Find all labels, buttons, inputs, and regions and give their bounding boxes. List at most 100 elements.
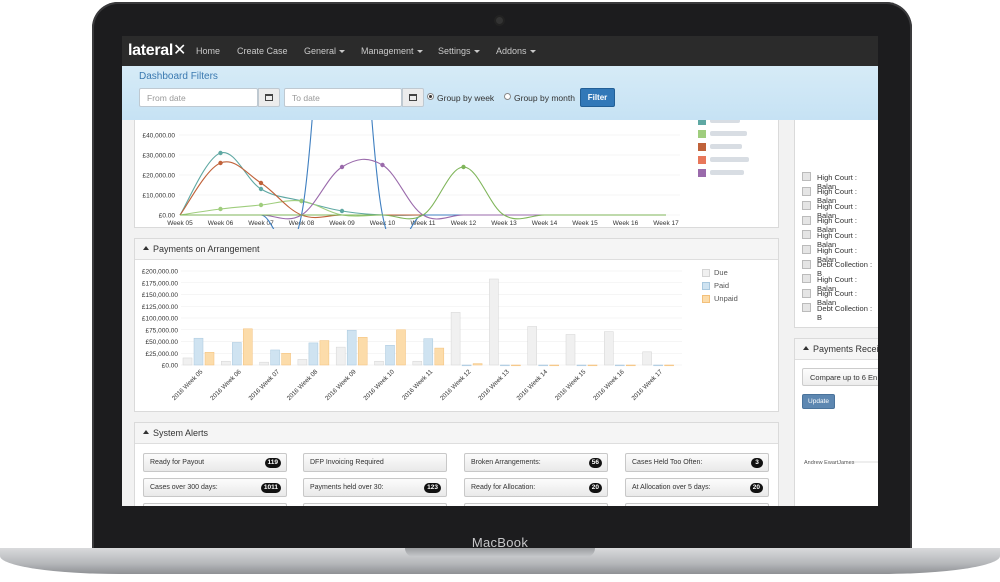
data-point[interactable] — [461, 164, 466, 170]
bar-due[interactable] — [412, 360, 423, 366]
case-type-checkbox[interactable] — [802, 288, 811, 298]
nav-item-settings[interactable]: Settings — [438, 46, 480, 56]
bar-unpaid[interactable] — [626, 364, 636, 367]
alert-button[interactable]: Payments held over 30: 123 — [303, 478, 447, 497]
bar-due[interactable] — [450, 312, 461, 366]
group-by-month-label[interactable]: Group by month — [514, 93, 575, 103]
bar-unpaid[interactable] — [511, 364, 521, 367]
alert-button[interactable]: Cases over 300 days: 1011 — [143, 478, 287, 497]
bar-unpaid[interactable] — [434, 347, 445, 366]
bar-unpaid[interactable] — [664, 364, 674, 367]
bar-paid[interactable] — [500, 364, 510, 367]
nav-item-create-case[interactable]: Create Case — [237, 46, 288, 56]
data-point[interactable] — [299, 198, 304, 204]
panel-header[interactable]: System Alerts — [135, 423, 778, 444]
data-point[interactable] — [258, 202, 264, 208]
bar-paid[interactable] — [346, 329, 357, 366]
bar-unpaid[interactable] — [319, 340, 330, 366]
case-type-checkbox[interactable] — [802, 245, 811, 254]
bar-paid[interactable] — [308, 342, 319, 366]
alert-button[interactable]: Ready for Payout 119 — [143, 453, 287, 472]
bar-paid[interactable] — [461, 364, 472, 367]
bar-paid[interactable] — [385, 345, 395, 366]
nav-item-home[interactable]: Home — [196, 46, 220, 56]
logo[interactable]: lateral✕ — [128, 40, 186, 60]
data-point[interactable] — [218, 206, 223, 212]
bar-due[interactable] — [335, 346, 346, 366]
alert-button[interactable] — [143, 503, 287, 506]
to-date-calendar-button[interactable] — [402, 88, 424, 107]
case-type-checkbox[interactable] — [802, 215, 811, 225]
data-point[interactable] — [339, 208, 345, 214]
bar-paid[interactable] — [538, 364, 548, 367]
from-date-calendar-button[interactable] — [258, 88, 280, 107]
bar-due[interactable] — [297, 359, 308, 366]
bar-due[interactable] — [642, 351, 652, 366]
bar-unpaid[interactable] — [281, 353, 291, 366]
bar-paid[interactable] — [193, 337, 204, 366]
case-type-checkbox[interactable] — [802, 186, 811, 196]
panel-header[interactable]: Payments on Arrangement — [135, 239, 778, 260]
bar-unpaid[interactable] — [587, 364, 598, 367]
bar-unpaid[interactable] — [357, 337, 368, 366]
bar-unpaid[interactable] — [472, 363, 483, 366]
alert-button[interactable]: DFP Invoicing Required — [303, 453, 447, 472]
compare-entities-dropdown[interactable]: Compare up to 6 En — [802, 368, 878, 386]
case-type-checkbox[interactable] — [802, 172, 811, 181]
alert-label: Cases over 300 days: — [150, 484, 218, 491]
data-point[interactable] — [258, 186, 264, 192]
collapse-icon — [143, 430, 149, 434]
case-type-checkbox[interactable] — [802, 303, 811, 313]
data-point[interactable] — [380, 162, 385, 168]
bar-due[interactable] — [182, 357, 193, 366]
case-type-checkbox[interactable] — [802, 201, 811, 211]
bar-unpaid[interactable] — [396, 329, 406, 366]
bar-paid[interactable] — [653, 364, 663, 367]
update-button[interactable]: Update — [802, 394, 835, 409]
alert-button[interactable]: Broken Arrangements: 56 — [464, 453, 608, 472]
case-type-checkbox[interactable] — [802, 259, 811, 269]
nav-item-management[interactable]: Management — [361, 46, 423, 56]
panel-header[interactable]: Payments Receive — [795, 339, 878, 360]
alert-button[interactable]: Ready for Allocation: 20 — [464, 478, 608, 497]
case-type-checkbox[interactable] — [802, 230, 811, 240]
from-date-input[interactable]: From date — [139, 88, 258, 107]
case-type-label: Debt Collection : B — [817, 303, 873, 322]
bar-unpaid[interactable] — [243, 328, 253, 366]
bar-due[interactable] — [221, 360, 231, 366]
nav-item-general[interactable]: General — [304, 46, 346, 56]
data-point[interactable] — [258, 180, 264, 186]
x-tick-label: Week 16 — [613, 220, 639, 227]
bar-paid[interactable] — [270, 349, 280, 366]
filter-button[interactable]: Filter — [580, 88, 615, 107]
alert-button[interactable]: At Allocation over 5 days: 20 — [625, 478, 769, 497]
alert-button[interactable]: Cases Held Too Often: 3 — [625, 453, 769, 472]
y-tick-label: £50,000.00 — [145, 339, 178, 346]
nav-item-addons[interactable]: Addons — [496, 46, 536, 56]
alert-button[interactable] — [464, 503, 608, 506]
group-by-week-radio[interactable] — [427, 93, 434, 100]
bar-paid[interactable] — [423, 338, 434, 366]
data-point[interactable] — [218, 150, 223, 156]
group-by-week-label[interactable]: Group by week — [437, 93, 494, 103]
data-point[interactable] — [218, 160, 223, 166]
bar-unpaid[interactable] — [204, 352, 215, 366]
bar-paid[interactable] — [232, 342, 242, 366]
bar-due[interactable] — [489, 278, 499, 366]
to-date-input[interactable]: To date — [284, 88, 402, 107]
bar-unpaid[interactable] — [549, 364, 559, 367]
nav-item-label: General — [304, 46, 337, 56]
alert-button[interactable] — [303, 503, 447, 506]
data-point[interactable] — [339, 164, 345, 170]
group-by-month-radio[interactable] — [504, 93, 511, 100]
alert-button[interactable] — [625, 503, 769, 506]
bar-due[interactable] — [374, 360, 384, 366]
bar-due[interactable] — [259, 361, 269, 366]
bar-due[interactable] — [565, 334, 576, 366]
bar-paid[interactable] — [576, 364, 587, 367]
bar-paid[interactable] — [615, 364, 625, 367]
x-tick-label: Week 15 — [572, 220, 598, 227]
bar-due[interactable] — [527, 326, 537, 366]
case-type-checkbox[interactable] — [802, 274, 811, 284]
bar-due[interactable] — [604, 331, 614, 366]
